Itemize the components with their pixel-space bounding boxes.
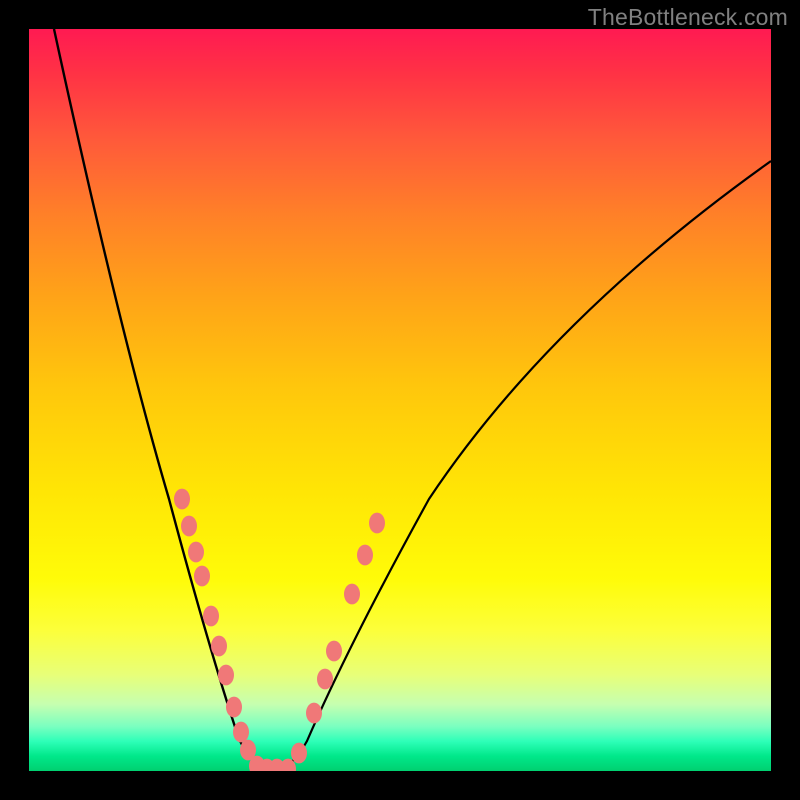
curve-layer <box>29 29 771 771</box>
marker-dot <box>317 669 333 690</box>
marker-dot <box>233 722 249 743</box>
marker-dot <box>218 665 234 686</box>
marker-dot <box>211 636 227 657</box>
marker-dot <box>194 566 210 587</box>
marker-dot <box>344 584 360 605</box>
marker-dot <box>306 703 322 724</box>
marker-dot <box>291 743 307 764</box>
marker-dot <box>326 641 342 662</box>
left-curve-path <box>54 29 274 770</box>
chart-curves <box>54 29 771 770</box>
plot-frame <box>29 29 771 771</box>
marker-dot <box>226 697 242 718</box>
marker-dot <box>369 513 385 534</box>
right-curve-path <box>274 161 771 770</box>
marker-dot <box>188 542 204 563</box>
marker-dot <box>357 545 373 566</box>
marker-dot <box>174 489 190 510</box>
marker-dot <box>203 606 219 627</box>
watermark-label: TheBottleneck.com <box>588 4 788 31</box>
marker-dot <box>181 516 197 537</box>
